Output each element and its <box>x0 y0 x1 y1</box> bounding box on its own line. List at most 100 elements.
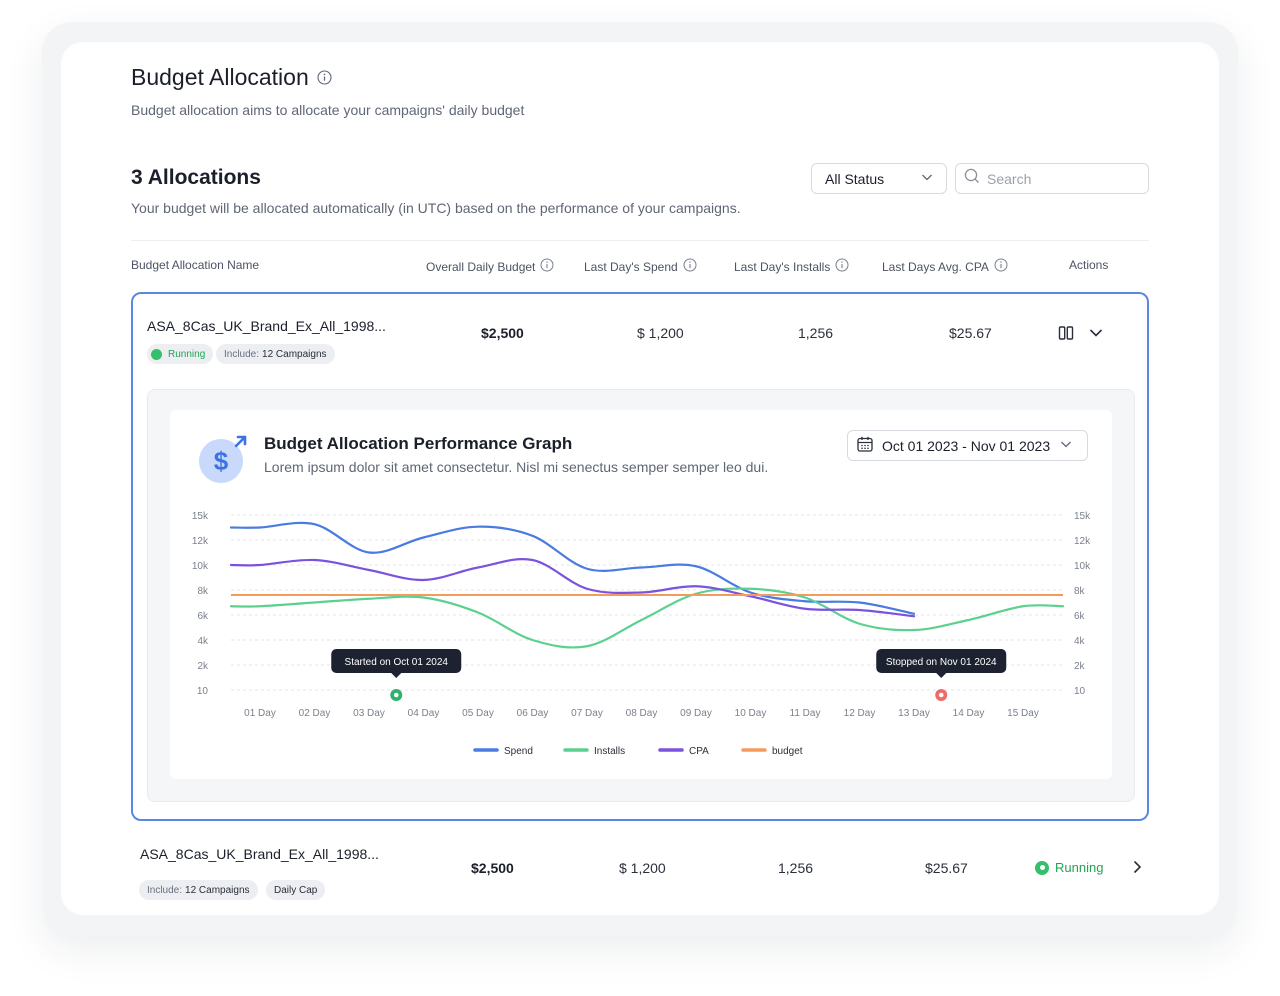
title-row: Budget Allocation <box>131 64 332 91</box>
x-tick-label: 06 Day <box>517 708 549 719</box>
y-tick-label-right: 15k <box>1074 511 1091 522</box>
y-tick-label-right: 8k <box>1074 586 1086 597</box>
search-icon <box>964 168 980 189</box>
y-tick-label-right: 6k <box>1074 611 1086 622</box>
page-title: Budget Allocation <box>131 64 309 90</box>
chevron-down-icon[interactable] <box>1088 325 1104 346</box>
last-day-spend: $ 1,200 <box>619 860 666 876</box>
tooltip-pointer <box>391 673 402 678</box>
chevron-down-icon <box>920 170 934 187</box>
daily-cap-badge: Daily Cap <box>266 880 326 900</box>
last-day-spend: $ 1,200 <box>637 325 684 341</box>
x-tick-label: 01 Day <box>244 708 276 719</box>
status-badge: Running <box>147 344 214 364</box>
last-day-avg-cpa: $25.67 <box>949 325 992 341</box>
include-campaigns-badge: Include: 12 Campaigns <box>139 880 258 900</box>
info-icon[interactable] <box>994 258 1008 275</box>
y-tick-label-left: 6k <box>197 611 209 622</box>
page-subtitle: Budget allocation aims to allocate your … <box>131 102 525 118</box>
x-tick-label: 15 Day <box>1007 708 1039 719</box>
column-header-spend: Last Day's Spend <box>584 258 697 275</box>
legend-label: CPA <box>689 746 709 757</box>
status-filter-value: All Status <box>825 170 885 187</box>
legend-label: Spend <box>504 746 533 757</box>
allocations-description: Your budget will be allocated automatica… <box>131 200 741 216</box>
info-icon[interactable] <box>317 70 332 85</box>
tooltip-pointer <box>936 673 947 678</box>
columns-icon[interactable] <box>1058 325 1074 346</box>
last-day-avg-cpa: $25.67 <box>925 860 968 876</box>
annotation-label: Stopped on Nov 01 2024 <box>886 657 997 668</box>
y-tick-label-right: 10k <box>1074 561 1091 572</box>
last-day-installs: 1,256 <box>778 860 814 876</box>
y-tick-label-left: 10 <box>197 686 209 697</box>
date-range-picker[interactable]: Oct 01 2023 - Nov 01 2023 <box>847 430 1088 461</box>
dollar-growth-icon: $ <box>198 434 248 489</box>
legend-label: Installs <box>594 746 625 757</box>
x-tick-label: 10 Day <box>735 708 767 719</box>
x-tick-label: 04 Day <box>408 708 440 719</box>
x-tick-label: 07 Day <box>571 708 603 719</box>
y-tick-label-left: 15k <box>192 511 209 522</box>
chevron-right-icon[interactable] <box>1129 859 1145 880</box>
chevron-down-icon <box>1059 437 1073 454</box>
status-badge: Running <box>1035 860 1103 875</box>
y-tick-label-right: 12k <box>1074 536 1091 547</box>
y-tick-label-left: 4k <box>197 636 209 647</box>
graph-subtitle: Lorem ipsum dolor sit amet consectetur. … <box>264 459 769 475</box>
running-status-icon <box>1035 860 1049 875</box>
info-icon[interactable] <box>835 258 849 275</box>
overall-daily-budget: $2,500 <box>481 325 524 341</box>
graph-title: Budget Allocation Performance Graph <box>264 434 573 453</box>
budget-allocation-card: Budget Allocation Budget allocation aims… <box>61 42 1219 915</box>
include-campaigns-badge: Include: 12 Campaigns <box>216 344 335 364</box>
annotation-label: Started on Oct 01 2024 <box>345 657 449 668</box>
header-divider <box>131 240 1149 241</box>
series-line-cpa <box>229 558 916 618</box>
row-actions <box>1058 325 1104 346</box>
x-tick-label: 08 Day <box>626 708 658 719</box>
search-box[interactable] <box>955 163 1149 194</box>
date-range-value: Oct 01 2023 - Nov 01 2023 <box>882 437 1051 454</box>
graph-panel: $ Budget Allocation Performance Graph Lo… <box>147 389 1135 802</box>
x-tick-label: 12 Day <box>844 708 876 719</box>
y-tick-label-left: 8k <box>197 586 209 597</box>
series-line-installs <box>229 587 1065 649</box>
x-tick-label: 09 Day <box>680 708 712 719</box>
allocation-name[interactable]: ASA_8Cas_UK_Brand_Ex_All_1998... <box>147 318 386 334</box>
y-tick-label-right: 4k <box>1074 636 1086 647</box>
marker-center <box>393 692 399 698</box>
info-icon[interactable] <box>683 258 697 275</box>
column-header-installs: Last Day's Installs <box>734 258 849 275</box>
last-day-installs: 1,256 <box>798 325 834 341</box>
x-tick-label: 14 Day <box>953 708 985 719</box>
legend-label: budget <box>772 746 803 757</box>
y-tick-label-left: 12k <box>192 536 209 547</box>
marker-center <box>938 692 944 698</box>
calendar-icon <box>856 435 874 456</box>
allocations-title: 3 Allocations <box>131 166 261 189</box>
column-header-budget: Overall Daily Budget <box>426 258 554 275</box>
x-tick-label: 02 Day <box>299 708 331 719</box>
status-dot <box>151 348 162 360</box>
y-tick-label-left: 2k <box>197 661 209 672</box>
table-row[interactable]: ASA_8Cas_UK_Brand_Ex_All_1998... Running… <box>131 292 1149 821</box>
column-header-cpa: Last Days Avg. CPA <box>882 258 1008 275</box>
info-icon[interactable] <box>540 258 554 275</box>
allocation-name[interactable]: ASA_8Cas_UK_Brand_Ex_All_1998... <box>140 846 379 862</box>
column-header-name: Budget Allocation Name <box>131 258 260 272</box>
performance-graph-card: $ Budget Allocation Performance Graph Lo… <box>170 410 1112 779</box>
y-tick-label-left: 10k <box>192 561 209 572</box>
search-input[interactable] <box>987 170 1137 187</box>
status-filter-dropdown[interactable]: All Status <box>811 163 947 194</box>
x-tick-label: 11 Day <box>790 708 821 719</box>
x-tick-label: 13 Day <box>898 708 930 719</box>
column-header-actions: Actions <box>1069 258 1109 272</box>
y-tick-label-right: 10 <box>1074 686 1086 697</box>
overall-daily-budget: $2,500 <box>471 860 514 876</box>
performance-line-chart: 15k 15k 12k 12k 10k 10k 8k 8k 6k 6k 4k 4k 2k 2k 10 10 01… <box>192 511 1091 757</box>
y-tick-label-right: 2k <box>1074 661 1086 672</box>
x-tick-label: 05 Day <box>462 708 494 719</box>
svg-text:$: $ <box>214 446 229 476</box>
x-tick-label: 03 Day <box>353 708 385 719</box>
